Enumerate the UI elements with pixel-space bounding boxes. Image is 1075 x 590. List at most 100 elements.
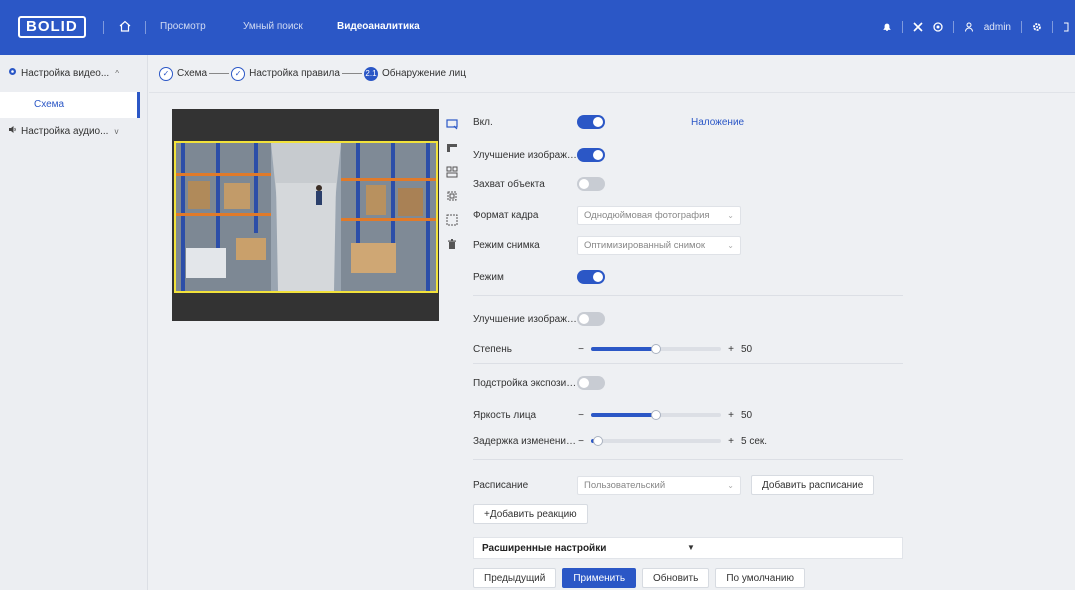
add-reaction-button[interactable]: +Добавить реакцию: [473, 504, 588, 524]
video-preview[interactable]: [172, 109, 439, 321]
brand-logo: BOLID: [18, 16, 86, 38]
check-icon: ✓: [159, 66, 173, 81]
settings-gear-icon[interactable]: [1032, 22, 1042, 32]
increase-button[interactable]: +: [727, 436, 735, 447]
degree-slider-track[interactable]: [591, 344, 721, 354]
divider: [473, 459, 903, 460]
bell-icon[interactable]: [882, 22, 892, 32]
user-name[interactable]: admin: [984, 22, 1011, 33]
face-detection-settings: Вкл. Наложение Улучшение изображе... Зах…: [473, 55, 913, 590]
degree-label: Степень: [473, 343, 512, 355]
schedule-select[interactable]: Пользовательский ⌄: [577, 475, 741, 495]
step-label: Обнаружение лиц: [381, 68, 466, 79]
chevron-down-icon: ⌄: [727, 480, 734, 490]
exclude-region-icon[interactable]: [445, 141, 459, 155]
decrease-button[interactable]: −: [577, 410, 585, 421]
add-schedule-button[interactable]: Добавить расписание: [751, 475, 875, 495]
nav-preview[interactable]: Просмотр: [160, 21, 206, 32]
draw-region-icon[interactable]: [445, 117, 459, 131]
user-icon[interactable]: [964, 22, 974, 32]
slider-thumb[interactable]: [651, 410, 661, 420]
image-enhance-toggle[interactable]: [577, 148, 605, 162]
sidebar: Настройка видео... ^ Схема Настройка ауд…: [0, 55, 148, 590]
fullscreen-icon[interactable]: [1063, 22, 1069, 32]
frame-format-select[interactable]: Однодюймовая фотография ⌄: [577, 205, 741, 225]
increase-button[interactable]: +: [727, 344, 735, 355]
row-exposure: Подстройка экспозици...: [473, 373, 605, 393]
apply-button[interactable]: Применить: [562, 568, 637, 588]
object-capture-toggle[interactable]: [577, 177, 605, 191]
min-size-icon[interactable]: [445, 189, 459, 203]
select-value: Пользовательский: [584, 479, 666, 491]
chevron-down-icon: ⌄: [727, 210, 734, 220]
row-add-reaction: +Добавить реакцию: [473, 504, 588, 524]
slider-fill: [591, 347, 656, 351]
home-icon[interactable]: [118, 19, 132, 33]
advanced-settings-label: Расширенные настройки: [482, 542, 607, 554]
sidebar-group-video[interactable]: Настройка видео... ^: [8, 67, 119, 79]
caret-down-icon: ▼: [687, 543, 695, 552]
enable-label: Вкл.: [473, 116, 493, 128]
snapshot-mode-select[interactable]: Оптимизированный снимок ⌄: [577, 235, 741, 255]
sidebar-group-audio[interactable]: Настройка аудио... v: [8, 125, 118, 137]
slider-thumb[interactable]: [592, 436, 603, 446]
step-scheme[interactable]: ✓ Схема: [159, 66, 208, 81]
decrease-button[interactable]: −: [577, 436, 585, 447]
step-label: Настройка правила: [249, 68, 340, 79]
warehouse-scene-image: [176, 143, 436, 291]
delay-label: Задержка изменения э...: [473, 435, 577, 447]
globe-icon[interactable]: [933, 22, 943, 32]
top-bar: BOLID Просмотр Умный поиск Видеоаналитик…: [0, 0, 1075, 55]
main-content: ✓ Схема ✓ Настройка правила 2.1 Обнаруже…: [149, 55, 1075, 590]
decrease-button[interactable]: −: [577, 344, 585, 355]
sidebar-item-scheme[interactable]: Схема: [0, 92, 140, 118]
separator: [145, 21, 146, 34]
tools-icon[interactable]: [913, 22, 923, 32]
row-degree: Степень − + 50: [473, 339, 752, 359]
image-enhance-label: Улучшение изображе...: [473, 313, 577, 325]
camera-frame-warehouse[interactable]: [174, 141, 438, 293]
delay-slider: − + 5 сек.: [577, 436, 767, 447]
image-enhance-label: Улучшение изображе...: [473, 149, 577, 161]
max-size-icon[interactable]: [445, 213, 459, 227]
row-enhance2: Улучшение изображе...: [473, 309, 605, 329]
step-label: Схема: [177, 68, 208, 79]
row-capture: Захват объекта: [473, 174, 605, 194]
enable-toggle[interactable]: [577, 115, 605, 129]
frame-format-label: Формат кадра: [473, 209, 539, 221]
delete-trash-icon[interactable]: [445, 237, 459, 251]
mode-toggle[interactable]: [577, 270, 605, 284]
face-brightness-slider-track[interactable]: [591, 410, 721, 420]
row-snapshot-mode: Режим снимка Оптимизированный снимок ⌄: [473, 235, 741, 255]
refresh-button[interactable]: Обновить: [642, 568, 710, 588]
snapshot-mode-label: Режим снимка: [473, 239, 540, 251]
overlay-link[interactable]: Наложение: [691, 117, 744, 128]
advanced-settings-toggle[interactable]: Расширенные настройки ▼: [473, 537, 903, 559]
target-size-icon[interactable]: [445, 165, 459, 179]
separator: [1021, 21, 1022, 33]
delay-slider-track[interactable]: [591, 436, 721, 446]
select-value: Оптимизированный снимок: [584, 239, 706, 251]
video-settings-icon: [8, 67, 17, 79]
image-enhance-toggle[interactable]: [577, 312, 605, 326]
nav-smart-search[interactable]: Умный поиск: [243, 21, 303, 32]
speaker-icon: [8, 125, 17, 137]
step-face-detection[interactable]: 2.1 Обнаружение лиц: [363, 66, 466, 81]
step-rule-config[interactable]: ✓ Настройка правила: [231, 66, 340, 81]
exposure-toggle[interactable]: [577, 376, 605, 390]
row-mode: Режим: [473, 267, 605, 287]
slider-thumb[interactable]: [651, 344, 661, 354]
increase-button[interactable]: +: [727, 410, 735, 421]
face-brightness-slider: − + 50: [577, 410, 752, 421]
default-button[interactable]: По умолчанию: [715, 568, 805, 588]
select-value: Однодюймовая фотография: [584, 209, 710, 221]
check-icon: ✓: [231, 66, 246, 81]
separator: [952, 21, 954, 33]
row-schedule: Расписание Пользовательский ⌄ Добавить р…: [473, 475, 875, 495]
divider: [473, 295, 903, 296]
exposure-label: Подстройка экспозици...: [473, 377, 577, 389]
row-enhance1: Улучшение изображе...: [473, 145, 605, 165]
previous-button[interactable]: Предыдущий: [473, 568, 557, 588]
nav-video-analytics[interactable]: Видеоаналитика: [337, 21, 420, 32]
mode-label: Режим: [473, 271, 504, 283]
